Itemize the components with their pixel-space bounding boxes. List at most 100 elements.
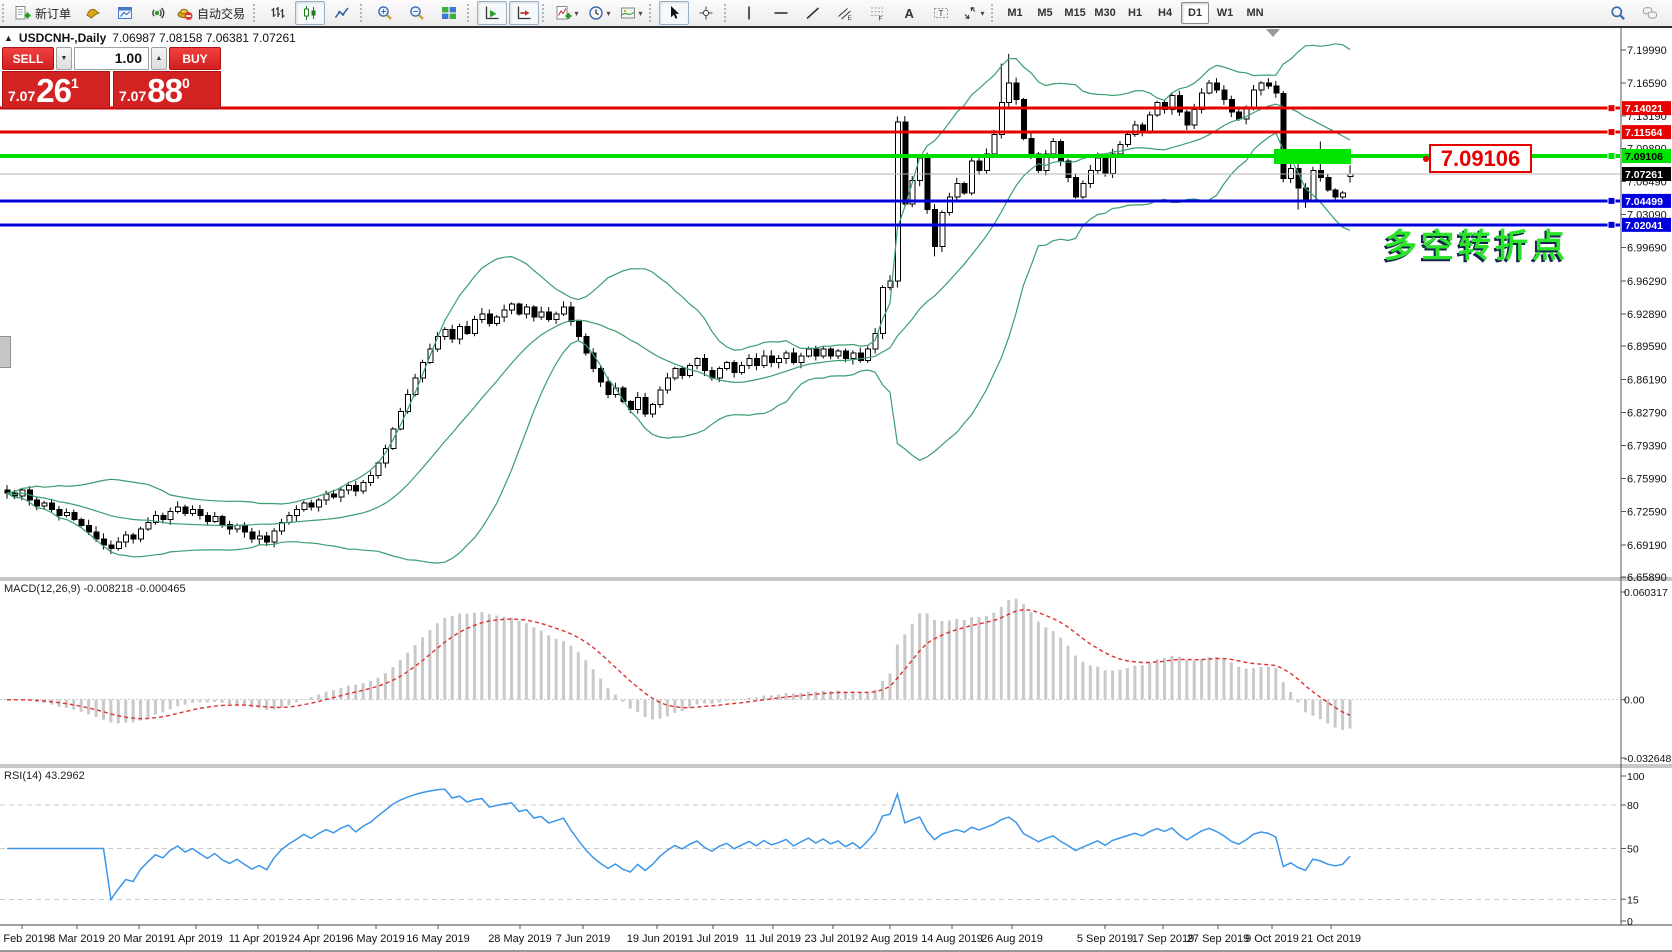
- toolbar-grip: [649, 4, 656, 22]
- text-button[interactable]: A: [894, 1, 924, 25]
- hline-icon: [773, 5, 789, 21]
- trendline-button[interactable]: [798, 1, 828, 25]
- templates-button[interactable]: ▾: [616, 1, 646, 25]
- horizontal-lines[interactable]: [0, 105, 1620, 229]
- toolbar-grip: [360, 4, 367, 22]
- autotrading-icon: [177, 5, 193, 21]
- crosshair-button[interactable]: [691, 1, 721, 25]
- chevron-down-icon[interactable]: ▾: [575, 9, 579, 18]
- timeframe-mn-button[interactable]: MN: [1241, 2, 1269, 24]
- horizontal-line-button[interactable]: [766, 1, 796, 25]
- signals-button[interactable]: [142, 1, 172, 25]
- zoom-in-button[interactable]: [370, 1, 400, 25]
- price-box-anchor-icon: [1423, 156, 1429, 162]
- periods-button[interactable]: ▾: [584, 1, 614, 25]
- signal-icon: [149, 5, 165, 21]
- svg-text:1 Jul 2019: 1 Jul 2019: [688, 933, 739, 945]
- timeframe-h4-button[interactable]: H4: [1151, 2, 1179, 24]
- svg-text:28 May 2019: 28 May 2019: [488, 933, 552, 945]
- volume-input[interactable]: 1.00: [74, 47, 149, 70]
- chart-canvas[interactable]: 7.199907.165907.131907.098907.064907.030…: [0, 0, 1672, 952]
- search-button[interactable]: [1603, 1, 1633, 25]
- auto-scroll-button[interactable]: [477, 1, 507, 25]
- svg-text:6 Feb 2019: 6 Feb 2019: [0, 933, 50, 945]
- svg-text:9 Oct 2019: 9 Oct 2019: [1245, 933, 1299, 945]
- line-chart-button[interactable]: [327, 1, 357, 25]
- svg-text:27 Sep 2019: 27 Sep 2019: [1187, 933, 1249, 945]
- collapse-arrow-icon[interactable]: ▲: [4, 33, 13, 43]
- volume-up-button[interactable]: ▲: [151, 47, 167, 70]
- channel-button[interactable]: E: [830, 1, 860, 25]
- price-box-value: 7.09106: [1441, 146, 1521, 171]
- svg-text:0.00: 0.00: [1624, 695, 1645, 707]
- chart-left-grip[interactable]: [0, 336, 11, 368]
- svg-text:1 Apr 2019: 1 Apr 2019: [169, 933, 222, 945]
- timeframe-group: M1M5M15M30H1H4D1W1MN: [1000, 0, 1270, 26]
- periods-icon: [588, 5, 604, 21]
- sell-price-display[interactable]: 7.07 26 1: [2, 71, 110, 109]
- svg-text:23 Jul 2019: 23 Jul 2019: [805, 933, 862, 945]
- candlestick-chart-button[interactable]: [295, 1, 325, 25]
- chevron-down-icon[interactable]: ▾: [981, 9, 985, 18]
- zoom-out-button[interactable]: [402, 1, 432, 25]
- timeframe-m1-button[interactable]: M1: [1001, 2, 1029, 24]
- chart-shift-button[interactable]: [509, 1, 539, 25]
- trendline-icon: [805, 5, 821, 21]
- buy-price-display[interactable]: 7.07 88 0: [113, 71, 221, 109]
- toolbar-grip: [253, 4, 260, 22]
- svg-text:6.99690: 6.99690: [1627, 243, 1667, 255]
- text-icon: A: [901, 5, 917, 21]
- chart-shift-icon: [516, 5, 532, 21]
- label-button[interactable]: T: [926, 1, 956, 25]
- templates-icon: [620, 5, 636, 21]
- buy-button[interactable]: BUY: [169, 47, 221, 70]
- chart-window-button[interactable]: [110, 1, 140, 25]
- svg-text:7.19990: 7.19990: [1627, 45, 1667, 57]
- svg-text:21 Oct 2019: 21 Oct 2019: [1301, 933, 1361, 945]
- svg-text:11 Jul 2019: 11 Jul 2019: [745, 933, 801, 945]
- svg-text:E: E: [848, 15, 853, 21]
- svg-text:7.11564: 7.11564: [1625, 127, 1663, 139]
- pivot-text-annotation[interactable]: 多空转折点: [1384, 219, 1569, 267]
- price-level-box[interactable]: 7.09106: [1429, 144, 1532, 173]
- volume-down-button[interactable]: ▼: [56, 47, 72, 70]
- timeframe-m5-button[interactable]: M5: [1031, 2, 1059, 24]
- bar-chart-button[interactable]: [263, 1, 293, 25]
- toolbar-grip: [2, 4, 9, 22]
- vertical-line-button[interactable]: [734, 1, 764, 25]
- svg-text:6.79390: 6.79390: [1627, 440, 1667, 452]
- indicators-button[interactable]: ▾: [552, 1, 582, 25]
- toolbar-grip: [991, 4, 998, 22]
- sell-button[interactable]: SELL: [2, 47, 54, 70]
- fibonacci-icon: F: [869, 5, 885, 21]
- chat-button[interactable]: [1635, 1, 1665, 25]
- timeframe-w1-button[interactable]: W1: [1211, 2, 1239, 24]
- timeframe-m15-button[interactable]: M15: [1061, 2, 1089, 24]
- chart-window-icon: [117, 5, 133, 21]
- buy-price-pips: 88: [147, 76, 182, 106]
- timeframe-m30-button[interactable]: M30: [1091, 2, 1119, 24]
- buy-price-point: 0: [182, 75, 190, 91]
- svg-text:F: F: [879, 16, 883, 22]
- svg-text:7.16590: 7.16590: [1627, 78, 1667, 90]
- sell-price-point: 1: [71, 75, 79, 91]
- cursor-button[interactable]: [659, 1, 689, 25]
- macd-label: MACD(12,26,9) -0.008218 -0.000465: [4, 583, 186, 595]
- market-watch-button[interactable]: [78, 1, 108, 25]
- new-order-button[interactable]: 新订单: [12, 1, 76, 25]
- shapes-button[interactable]: ▾: [958, 1, 988, 25]
- fibonacci-button[interactable]: F: [862, 1, 892, 25]
- timeframe-d1-button[interactable]: D1: [1181, 2, 1209, 24]
- chevron-down-icon[interactable]: ▾: [607, 9, 611, 18]
- rsi-pane: [0, 789, 1620, 899]
- autotrading-button[interactable]: 自动交易: [174, 1, 250, 25]
- chevron-down-icon[interactable]: ▾: [639, 9, 643, 18]
- svg-text:6.65890: 6.65890: [1627, 572, 1667, 584]
- toolbar-group: ▾ ▾ ▾: [551, 0, 647, 26]
- tile-windows-icon: [441, 5, 457, 21]
- svg-text:20 Mar 2019: 20 Mar 2019: [108, 933, 170, 945]
- svg-text:6.82790: 6.82790: [1627, 407, 1667, 419]
- timeframe-h1-button[interactable]: H1: [1121, 2, 1149, 24]
- tile-windows-button[interactable]: [434, 1, 464, 25]
- toolbar-group: [476, 0, 540, 26]
